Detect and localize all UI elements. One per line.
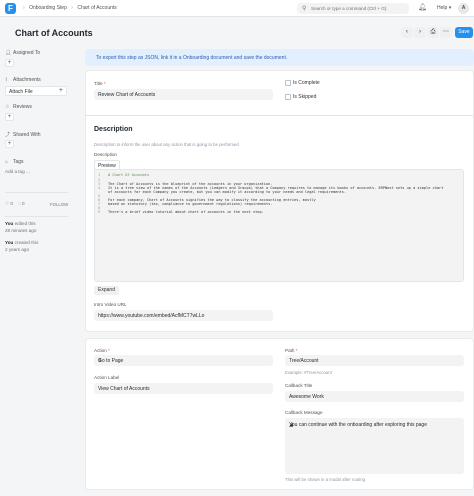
- help-dropdown[interactable]: Help ▾: [437, 5, 451, 11]
- title-input[interactable]: Review Chart of Accounts: [94, 89, 273, 100]
- print-button[interactable]: ⎙: [427, 27, 439, 38]
- alert-text: To export this step as JSON, link it in …: [96, 55, 288, 61]
- callback-message-label: Callback Message: [285, 410, 323, 415]
- comment-icon: ◌: [18, 201, 21, 206]
- callback-help: This will be shown in a modal after rout…: [285, 477, 366, 482]
- code-line: 1 # Chart Of Accounts: [98, 173, 150, 177]
- heart-icon: ♡: [5, 201, 10, 206]
- export-alert: To export this step as JSON, link it in …: [85, 49, 474, 66]
- share-icon: ⤴: [5, 132, 11, 138]
- intro-video-input[interactable]: https://www.youtube.com/embed/AcfMCT7wLL…: [94, 310, 273, 321]
- like-count[interactable]: ♡ 0: [5, 201, 13, 207]
- page-title: Chart of Accounts: [15, 28, 93, 38]
- search-icon: ⚲: [302, 6, 307, 12]
- menu-button[interactable]: ⋯: [440, 27, 452, 38]
- intro-video-label: Intro Video URL: [94, 302, 127, 307]
- required-marker: *: [108, 348, 110, 353]
- chevron-right-icon: ›: [419, 29, 421, 35]
- description-label: Description: [94, 152, 117, 157]
- select-arrows-icon: ⇕: [98, 358, 103, 364]
- code-line: of accounts for each Company you create,…: [108, 190, 346, 194]
- add-tag-link[interactable]: Add a tag ...: [5, 169, 30, 174]
- tag-icon: ⌂: [5, 159, 9, 165]
- search-placeholder: Search or type a command (Ctrl + G): [311, 6, 387, 11]
- is-complete-checkbox[interactable]: [285, 80, 291, 86]
- prev-button[interactable]: ‹: [401, 27, 413, 38]
- created-activity: You created this: [5, 240, 39, 245]
- title-label: Title *: [94, 81, 106, 86]
- description-help: Description to inform the user about any…: [94, 142, 239, 147]
- save-button[interactable]: Save: [455, 27, 473, 38]
- edited-time: 28 minutes ago: [5, 228, 37, 233]
- reviews-label: ☆ Reviews: [5, 104, 32, 110]
- path-label: Path *: [285, 348, 298, 353]
- attachments-label: ⌇ Attachments: [5, 77, 41, 83]
- help-label: Help: [437, 5, 448, 11]
- tags-label: ⌂ Tags: [5, 159, 24, 165]
- navbar: F › Onboarding Step › Chart of Accounts …: [0, 0, 474, 17]
- chevron-down-icon: ▾: [448, 5, 452, 11]
- expand-button[interactable]: Expand: [94, 286, 119, 295]
- app-logo[interactable]: F: [5, 3, 16, 14]
- callback-title-input[interactable]: Awesome Work: [285, 391, 464, 402]
- paperclip-icon: ⌇: [5, 77, 8, 83]
- review-icon: ☆: [5, 104, 10, 110]
- breadcrumb-current[interactable]: Chart of Accounts: [77, 5, 116, 11]
- user-icon: 👤︎: [5, 50, 12, 56]
- search-bar[interactable]: ⚲ Search or type a command (Ctrl + G): [297, 3, 409, 14]
- created-time: 2 years ago: [5, 247, 30, 252]
- divider: [5, 216, 68, 217]
- action-label-label: Action Label: [94, 375, 120, 380]
- edited-activity: You edited this: [5, 221, 36, 226]
- bell-icon[interactable]: 🔔︎: [418, 3, 427, 11]
- chevron-left-icon: ‹: [406, 29, 408, 35]
- is-complete-label: Is Complete: [293, 80, 320, 86]
- action-label: Action *: [94, 348, 110, 353]
- divider: [5, 192, 68, 193]
- breadcrumb: › Onboarding Step › Chart of Accounts: [20, 5, 117, 11]
- shared-with-label: ⤴ Shared With: [5, 132, 41, 138]
- add-assignee-button[interactable]: +: [5, 59, 14, 67]
- assigned-to-label: 👤︎ Assigned To: [5, 50, 41, 56]
- chevron-right-icon: ›: [71, 5, 73, 11]
- code-line: 7 based on statutory (tax, compliance to …: [98, 202, 273, 206]
- path-help: Example: #Tree/Account: [285, 370, 332, 375]
- required-marker: *: [103, 81, 106, 86]
- follow-button[interactable]: FOLLOW: [50, 202, 68, 207]
- breadcrumb-onboarding-step[interactable]: Onboarding Step: [29, 5, 67, 11]
- action-select[interactable]: Go to Page ⇕: [94, 355, 273, 366]
- is-skipped-label: Is Skipped: [293, 94, 317, 100]
- description-editor[interactable]: 1 # Chart Of Accounts 2 3 The Chart of Acc…: [94, 169, 464, 282]
- required-marker: *: [295, 348, 298, 353]
- comment-count[interactable]: ◌ 0: [18, 201, 25, 206]
- section-divider: [86, 115, 473, 116]
- callback-message-textarea[interactable]: You can continue with the onboarding aft…: [285, 418, 464, 474]
- printer-icon: ⎙: [430, 29, 436, 35]
- more-icon: ⋯: [443, 29, 449, 35]
- code-line: 9 There's a brief video tutorial about ch…: [98, 210, 264, 214]
- avatar[interactable]: A: [458, 3, 469, 14]
- preview-tab[interactable]: Preview: [94, 160, 120, 169]
- description-heading: Description: [94, 126, 133, 133]
- next-button[interactable]: ›: [414, 27, 426, 38]
- add-share-button[interactable]: +: [5, 140, 14, 148]
- plus-icon: +: [58, 87, 63, 94]
- add-review-button[interactable]: +: [5, 113, 14, 121]
- chevron-right-icon: ›: [23, 5, 25, 11]
- callback-title-label: Callback Title: [285, 383, 313, 388]
- resize-handle-icon[interactable]: ◢: [289, 422, 463, 473]
- path-input[interactable]: Tree/Account: [285, 355, 464, 366]
- attach-file-label: Attach File: [9, 89, 33, 95]
- action-label-input[interactable]: View Chart of Accounts: [94, 383, 273, 394]
- attach-file-button[interactable]: Attach File +: [5, 86, 67, 96]
- is-skipped-checkbox[interactable]: [285, 94, 291, 100]
